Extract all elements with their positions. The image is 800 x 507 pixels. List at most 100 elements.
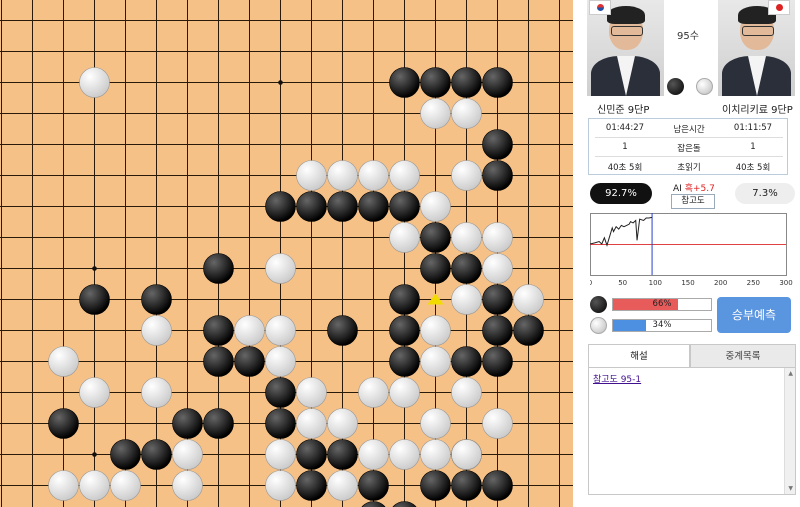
black-prediction-row: 66% [590, 296, 712, 313]
white-stone-icon [590, 317, 607, 334]
black-stone [482, 470, 513, 501]
ai-prefix: AI [673, 184, 682, 194]
black-stone [389, 191, 420, 222]
white-stone [296, 160, 327, 191]
black-stone [482, 315, 513, 346]
white-stone [451, 222, 482, 253]
commentary-link[interactable]: 참고도 95-1 [593, 372, 641, 385]
white-stone [110, 470, 141, 501]
black-stone [389, 315, 420, 346]
white-stone [327, 160, 358, 191]
white-win-rate: 7.3% [735, 183, 795, 204]
ai-score: 흑+5.7 [684, 184, 715, 194]
tab-broadcast-list[interactable]: 중계목록 [690, 344, 796, 368]
black-stone [482, 284, 513, 315]
star-point [92, 452, 97, 457]
black-stone [203, 346, 234, 377]
white-stone [296, 377, 327, 408]
black-stone [203, 408, 234, 439]
white-stone [141, 377, 172, 408]
graph-x-tick: 100 [649, 279, 662, 287]
black-stone [296, 470, 327, 501]
win-rate-graph[interactable]: 0 50 100 150 200 250 300 [590, 213, 798, 291]
white-remaining-time: 01:11:57 [733, 123, 773, 133]
black-stone [234, 346, 265, 377]
remaining-time-row: 01:44:27 남은시간 01:11:57 [589, 119, 787, 138]
black-stone [265, 408, 296, 439]
white-stone [48, 346, 79, 377]
black-remaining-time: 01:44:27 [605, 123, 645, 133]
black-stone [451, 67, 482, 98]
black-stone [48, 408, 79, 439]
ai-evaluation: AI 흑+5.7 [673, 181, 715, 194]
black-byoyomi: 40초 5회 [607, 163, 643, 173]
remaining-time-label: 남은시간 [673, 125, 705, 135]
black-stone [141, 284, 172, 315]
star-point [92, 266, 97, 271]
graph-x-tick: 50 [618, 279, 627, 287]
board-grid[interactable] [0, 0, 573, 507]
black-stone [203, 315, 234, 346]
black-stone [265, 191, 296, 222]
commentary-panel[interactable]: 참고도 95-1 ▲ ▼ [588, 367, 796, 495]
black-stone [482, 67, 513, 98]
white-stone [358, 160, 389, 191]
white-stone [482, 408, 513, 439]
white-stone [48, 470, 79, 501]
white-stone [141, 315, 172, 346]
byoyomi-label: 초읽기 [677, 163, 701, 173]
graph-x-tick: 300 [779, 279, 792, 287]
white-stone [420, 408, 451, 439]
white-stone [482, 253, 513, 284]
black-stone [110, 439, 141, 470]
black-stone [482, 346, 513, 377]
black-stone [327, 315, 358, 346]
white-stone [451, 439, 482, 470]
white-stone [172, 439, 203, 470]
white-stone [389, 222, 420, 253]
black-stone [392, 501, 417, 507]
tab-commentary[interactable]: 해설 [588, 344, 690, 368]
white-player-name: 이치리키료 9단P [722, 105, 793, 116]
right-panel: 95수 신민준 9단P 이치리키료 9단P 01:44:27 남은시간 01:1… [578, 0, 800, 507]
scroll-up-icon[interactable]: ▲ [788, 370, 793, 377]
white-stone [358, 439, 389, 470]
black-stone [361, 501, 386, 507]
black-stone [389, 67, 420, 98]
white-stone [327, 470, 358, 501]
white-stone [420, 98, 451, 129]
black-stone [141, 439, 172, 470]
predict-outcome-button[interactable]: 승부예측 [717, 297, 791, 333]
black-stone-icon [590, 296, 607, 313]
black-stone [451, 470, 482, 501]
white-stone-icon [696, 78, 713, 95]
japan-flag-icon [768, 0, 790, 15]
white-stone [327, 408, 358, 439]
black-player-name: 신민준 9단P [597, 105, 650, 116]
white-stone [172, 470, 203, 501]
scroll-down-icon[interactable]: ▼ [788, 485, 793, 492]
white-stone [265, 470, 296, 501]
commentary-scrollbar[interactable]: ▲ ▼ [784, 368, 795, 494]
captures-row: 1 잡은돌 1 [589, 138, 787, 157]
black-stone [203, 253, 234, 284]
white-stone [79, 470, 110, 501]
black-stone [79, 284, 110, 315]
go-board[interactable] [0, 0, 573, 507]
white-stone [420, 191, 451, 222]
white-stone [265, 253, 296, 284]
white-stone [389, 439, 420, 470]
white-stone [420, 346, 451, 377]
white-stone [79, 67, 110, 98]
black-stone [296, 191, 327, 222]
graph-x-tick: 200 [714, 279, 727, 287]
white-stone [451, 160, 482, 191]
black-stone [265, 377, 296, 408]
graph-x-tick: 150 [681, 279, 694, 287]
black-stone [172, 408, 203, 439]
white-stone [79, 377, 110, 408]
reference-diagram-button[interactable]: 참고도 [671, 194, 715, 209]
korea-flag-icon [589, 0, 611, 15]
byoyomi-row: 40초 5회 초읽기 40초 5회 [589, 157, 787, 176]
white-stone [389, 377, 420, 408]
